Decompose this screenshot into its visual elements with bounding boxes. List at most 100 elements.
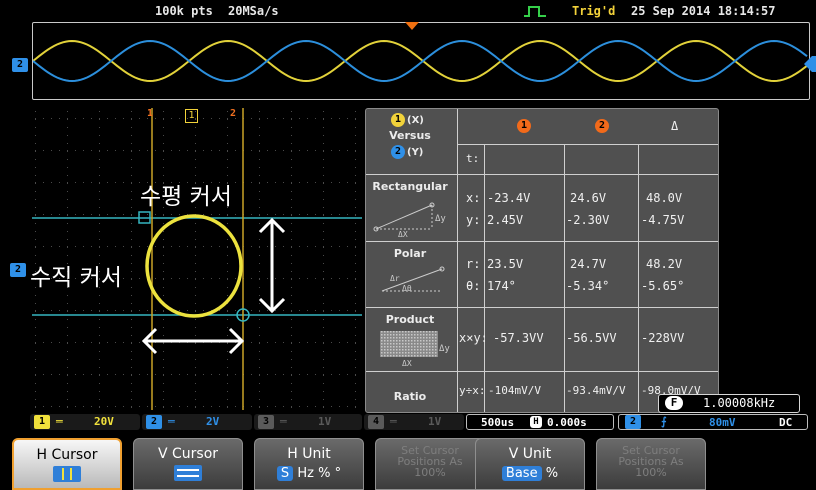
ch4-number: 4: [368, 415, 384, 429]
timebase-scale: 500us: [481, 416, 515, 429]
h-cursor-label: H Cursor: [36, 447, 98, 463]
dc-coupling-icon: ═: [168, 415, 175, 428]
set-cursor-100-h-label: Set Cursor Positions As 100%: [397, 444, 463, 479]
rect-x-label: x:: [466, 191, 481, 205]
v-unit-percent: %: [545, 466, 559, 481]
polar-theta-cursor2: -5.34°: [566, 279, 610, 293]
rect-x-delta: 48.0V: [646, 191, 683, 205]
ch3-number: 3: [258, 415, 274, 429]
polar-theta-cursor1: 174°: [487, 279, 516, 293]
channel-2-info[interactable]: 2 ═ 2V: [142, 414, 252, 430]
h-unit-degree: °: [334, 466, 342, 481]
channel-2-icon: 2: [391, 145, 405, 159]
polar-theta-delta: -5.65°: [641, 279, 685, 293]
v-unit-base-selected: Base: [501, 466, 542, 481]
ratio-cursor2: -93.4mV/V: [566, 384, 626, 397]
channel-info-bar: 1 ═ 20V 2 ═ 2V 3 ═ 1V 4 ═ 1V 500us H 0.0…: [30, 414, 810, 432]
oscilloscope-screen: 100k pts 20MSa/s Trig'd 25 Sep 2014 18:1…: [0, 0, 816, 490]
softkey-menu: H Cursor V Cursor H Unit S Hz % ° Set Cu…: [0, 436, 816, 490]
cursor-2-marker: 2: [230, 108, 237, 119]
dtheta-text: Δθ: [402, 284, 412, 293]
channel-4-info[interactable]: 4 ═ 1V: [364, 414, 464, 430]
cursor-measurement-table: 1 (X) Versus 2 (Y) 1 2 Δ t: Rectangular …: [365, 108, 719, 413]
cursor-1-marker: 1: [147, 108, 154, 119]
h-cursor-softkey[interactable]: H Cursor: [12, 438, 122, 490]
dc-coupling-icon: ═: [56, 415, 63, 428]
channel-1-icon: 1: [391, 113, 405, 127]
rising-slope-icon: ⨍: [661, 415, 667, 428]
polar-r-label: r:: [466, 257, 481, 271]
trigger-info[interactable]: 2 ⨍ 80mV DC: [618, 414, 808, 430]
ch2-scale: 2V: [206, 415, 220, 428]
ch2-number: 2: [146, 415, 162, 429]
polar-r-delta: 48.2V: [646, 257, 683, 271]
v-unit-softkey[interactable]: V Unit Base %: [475, 438, 585, 490]
t-row-label: t:: [466, 152, 480, 165]
trigger-coupling: DC: [779, 416, 793, 429]
vertical-cursors-icon: [53, 466, 81, 482]
horizontal-cursors-icon: [174, 465, 202, 481]
dc-coupling-icon: ═: [280, 415, 287, 428]
frequency-value: 1.00008kHz: [703, 396, 776, 410]
rect-y-delta: -4.75V: [641, 213, 685, 227]
product-expr: x×y:: [459, 331, 488, 345]
frequency-key-icon: F: [665, 396, 683, 410]
ratio-cursor1: -104mV/V: [488, 384, 541, 397]
ch1-scale: 20V: [94, 415, 114, 428]
x-axis-label: (X): [407, 115, 424, 126]
ratio-expr: y÷x:: [459, 384, 486, 397]
polar-r-cursor1: 23.5V: [487, 257, 524, 271]
product-cursor1: -57.3VV: [493, 331, 544, 345]
ratio-label: Ratio: [393, 390, 427, 403]
rect-y-cursor1: 2.45V: [487, 213, 524, 227]
channel-1-info[interactable]: 1 ═ 20V: [30, 414, 140, 430]
waveform-overview[interactable]: [32, 22, 810, 100]
trigger-position-marker-icon: [405, 22, 419, 30]
horizontal-position-icon: H: [530, 416, 542, 428]
delta-column-header: Δ: [671, 119, 679, 133]
h-unit-softkey[interactable]: H Unit S Hz % °: [254, 438, 364, 490]
channel-3-info[interactable]: 3 ═ 1V: [254, 414, 362, 430]
rect-y-label: y:: [466, 213, 481, 227]
svg-text:Δy: Δy: [439, 344, 450, 354]
v-cursor-softkey[interactable]: V Cursor: [133, 438, 243, 490]
trigger-status: Trig'd: [572, 4, 616, 18]
channel-2-marker: 2: [12, 58, 28, 72]
vertical-cursor-annotation: 수직 커서: [30, 265, 122, 291]
v-cursor-label: V Cursor: [157, 446, 219, 462]
set-cursor-100-v-softkey[interactable]: Set Cursor Positions As 100%: [596, 438, 706, 490]
timebase-info[interactable]: 500us H 0.000s: [466, 414, 614, 430]
blue-marker-icon: [804, 56, 816, 72]
rectangular-diagram-icon: ΔX Δy: [373, 202, 446, 237]
rect-x-cursor2: 24.6V: [570, 191, 607, 205]
h-unit-percent: %: [318, 466, 331, 481]
record-length: 100k pts: [155, 4, 213, 18]
product-delta: -228VV: [641, 331, 685, 345]
y-axis-label: (Y): [407, 147, 424, 158]
polar-diagram-icon: Δr Δθ: [381, 266, 445, 293]
set-cursor-100-h-softkey[interactable]: Set Cursor Positions As 100%: [375, 438, 485, 490]
dc-coupling-icon: ═: [390, 415, 397, 428]
h-unit-label: H Unit: [287, 446, 331, 462]
set-cursor-100-v-label: Set Cursor Positions As 100%: [618, 444, 684, 479]
status-bar: 100k pts 20MSa/s Trig'd 25 Sep 2014 18:1…: [0, 0, 816, 22]
polar-r-cursor2: 24.7V: [570, 257, 607, 271]
sample-rate: 20MSa/s: [228, 4, 279, 18]
product-diagram-icon: ΔX Δy: [380, 331, 450, 367]
frequency-counter: F 1.00008kHz: [658, 394, 800, 413]
polar-label: Polar: [393, 247, 427, 260]
horizontal-cursor-annotation: 수평 커서: [140, 184, 232, 210]
ch3-scale: 1V: [318, 415, 332, 428]
versus-label: Versus: [389, 129, 431, 142]
dx-text: ΔX: [398, 230, 408, 237]
polar-theta-label: θ:: [466, 279, 481, 293]
channel-2-ground-marker: 2: [10, 263, 26, 277]
rect-x-cursor1: -23.4V: [487, 191, 531, 205]
dr-text: Δr: [390, 274, 400, 283]
svg-text:ΔX: ΔX: [402, 359, 412, 367]
v-unit-label: V Unit: [508, 446, 552, 462]
rising-edge-trigger-icon: [524, 6, 546, 17]
date-time: 25 Sep 2014 18:14:57: [631, 4, 776, 18]
ch4-scale: 1V: [428, 415, 442, 428]
overview-waveforms: [32, 39, 808, 83]
